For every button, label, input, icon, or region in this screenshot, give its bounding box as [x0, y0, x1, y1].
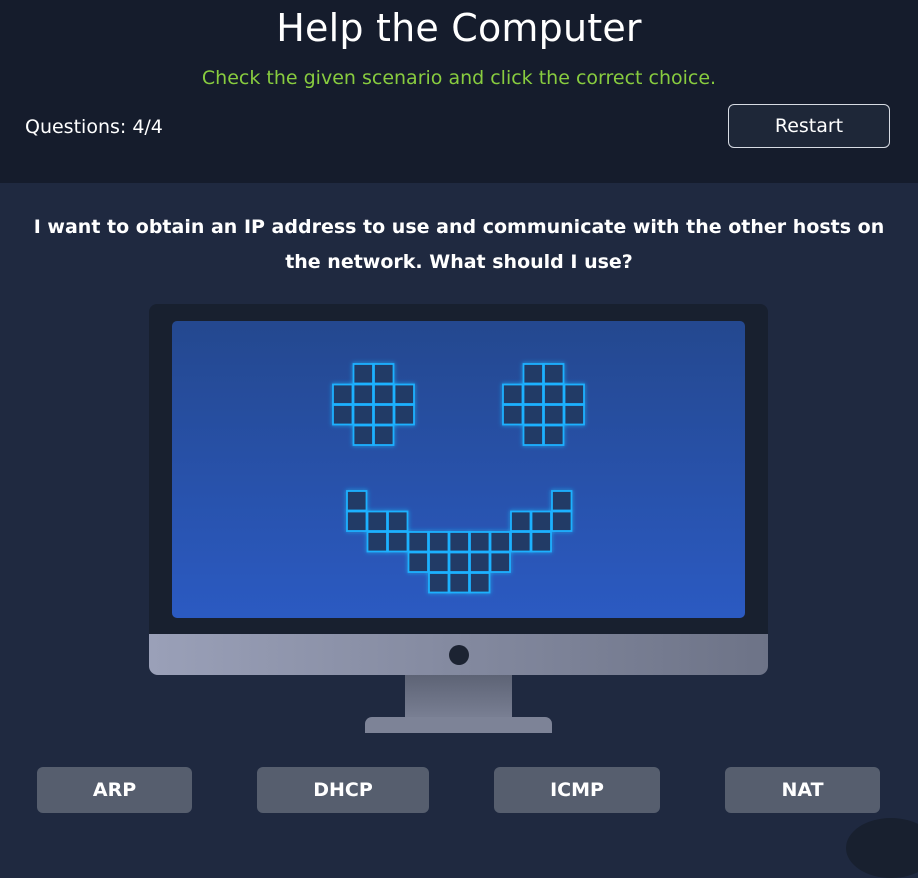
- smiley-pixel: [346, 490, 368, 512]
- choice-button-dhcp[interactable]: DHCP: [257, 767, 429, 813]
- smiley-pixel: [373, 404, 395, 426]
- smiley-pixel: [563, 383, 585, 405]
- smiley-pixel: [510, 510, 532, 532]
- smiley-pixel: [469, 531, 491, 553]
- power-button-dot: [449, 645, 469, 665]
- smiley-pixel: [543, 424, 565, 446]
- smiley-pixel: [387, 531, 409, 553]
- monitor-base: [365, 717, 552, 733]
- smiley-pixel: [366, 531, 388, 553]
- smiley-pixel: [393, 404, 415, 426]
- smiley-pixel: [543, 363, 565, 385]
- choice-button-icmp[interactable]: ICMP: [494, 767, 660, 813]
- smiley-pixel: [387, 510, 409, 532]
- smiley-pixel: [332, 404, 354, 426]
- smiley-pixel: [393, 383, 415, 405]
- smiley-pixel: [530, 510, 552, 532]
- choice-button-arp[interactable]: ARP: [37, 767, 192, 813]
- choice-button-nat[interactable]: NAT: [725, 767, 880, 813]
- smiley-pixel: [543, 383, 565, 405]
- smiley-pixel: [366, 510, 388, 532]
- smiley-pixel: [373, 383, 395, 405]
- smiley-pixel: [502, 383, 524, 405]
- smiley-pixel: [489, 551, 511, 573]
- smiley-pixel: [407, 531, 429, 553]
- smiley-pixel: [352, 424, 374, 446]
- smiley-pixel: [510, 531, 532, 553]
- smiley-pixel: [522, 404, 544, 426]
- smiley-pixel: [428, 531, 450, 553]
- monitor-neck: [405, 675, 512, 719]
- smiley-pixel: [407, 551, 429, 573]
- smiley-pixel: [448, 551, 470, 573]
- smiley-pixel: [522, 363, 544, 385]
- smiley-pixel: [448, 531, 470, 553]
- smiley-pixel: [352, 363, 374, 385]
- smiley-pixel: [563, 404, 585, 426]
- smiley-pixel: [448, 572, 470, 594]
- smiley-pixel: [352, 383, 374, 405]
- smiley-pixel: [522, 383, 544, 405]
- smiley-pixel: [489, 531, 511, 553]
- smiley-pixel: [502, 404, 524, 426]
- smiley-pixel: [428, 551, 450, 573]
- smiley-pixel: [352, 404, 374, 426]
- smiley-pixel: [469, 572, 491, 594]
- smiley-pixel: [428, 572, 450, 594]
- smiley-pixel: [551, 490, 573, 512]
- smiley-pixel: [332, 383, 354, 405]
- smiley-pixel: [469, 551, 491, 573]
- smiley-pixel: [530, 531, 552, 553]
- smiley-pixel: [373, 363, 395, 385]
- smiley-pixel: [373, 424, 395, 446]
- smiley-pixel: [543, 404, 565, 426]
- smiley-pixel: [522, 424, 544, 446]
- smiley-pixel: [551, 510, 573, 532]
- computer-monitor-illustration: [149, 304, 768, 733]
- smiley-pixel: [346, 510, 368, 532]
- corner-decoration: [846, 818, 918, 878]
